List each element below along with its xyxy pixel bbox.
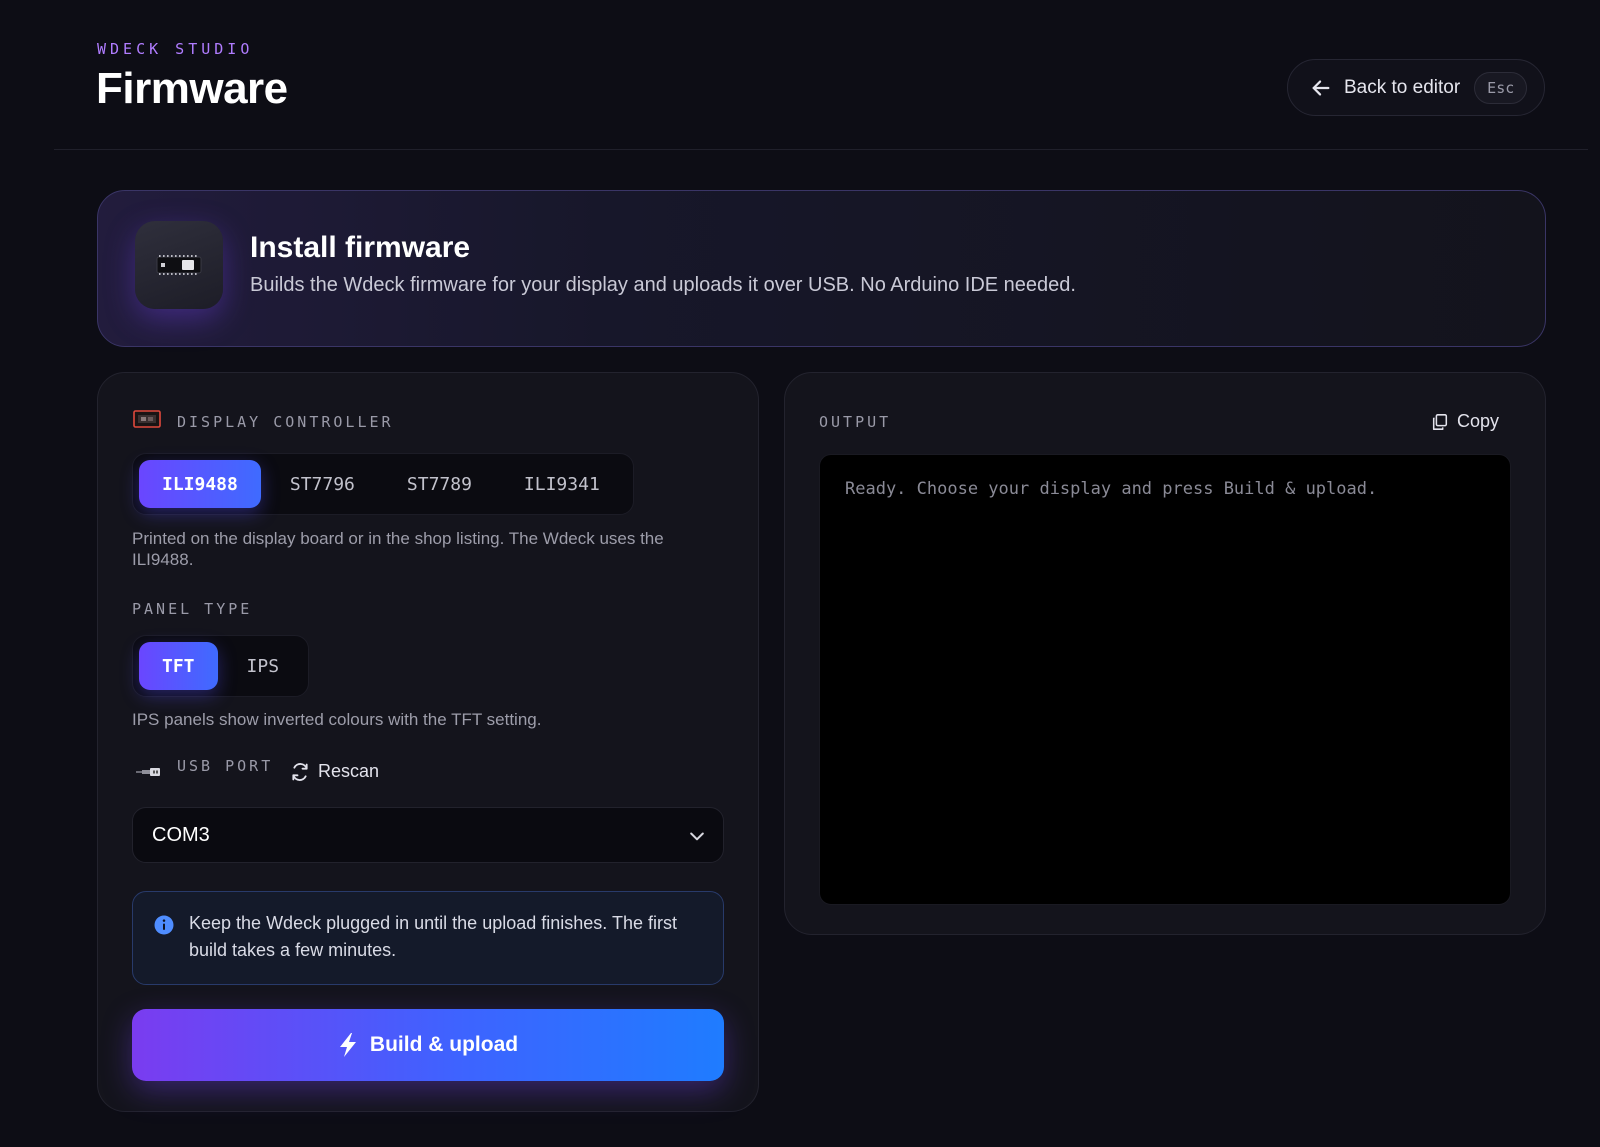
display-controller-label: DISPLAY CONTROLLER bbox=[177, 413, 394, 431]
rescan-button[interactable]: Rescan bbox=[290, 761, 379, 782]
panel-type-hint: IPS panels show inverted colours with th… bbox=[132, 710, 542, 729]
controller-option-st7796[interactable]: ST7796 bbox=[267, 460, 378, 508]
copy-label: Copy bbox=[1456, 411, 1499, 431]
banner-description: Builds the Wdeck firmware for your displ… bbox=[250, 274, 1076, 296]
microcontroller-board-icon bbox=[135, 221, 223, 309]
back-to-editor-button[interactable]: Back to editor Esc bbox=[1287, 59, 1545, 116]
esc-shortcut-badge: Esc bbox=[1474, 71, 1528, 104]
output-card: OUTPUT Copy Ready. Choose your display a… bbox=[784, 372, 1546, 935]
firmware-settings-card: DISPLAY CONTROLLER ILI9488 ST7796 ST7789… bbox=[97, 372, 759, 1112]
usb-plug-icon bbox=[136, 768, 160, 776]
copy-button[interactable]: Copy bbox=[1431, 411, 1499, 432]
upload-notice: Keep the Wdeck plugged in until the uplo… bbox=[132, 891, 724, 985]
rescan-label: Rescan bbox=[318, 761, 380, 781]
back-to-editor-label: Back to editor bbox=[1344, 76, 1461, 98]
display-icon bbox=[133, 410, 161, 428]
arrow-left-icon bbox=[1312, 79, 1330, 96]
usb-port-select[interactable]: COM3 bbox=[132, 807, 724, 863]
install-firmware-banner: Install firmware Builds the Wdeck firmwa… bbox=[97, 190, 1546, 347]
display-controller-hint: Printed on the display board or in the s… bbox=[132, 529, 664, 569]
header-divider bbox=[54, 149, 1588, 150]
build-upload-label: Build & upload bbox=[369, 1033, 519, 1056]
panel-type-label: PANEL TYPE bbox=[132, 600, 253, 618]
usb-port-selected-value: COM3 bbox=[152, 823, 210, 846]
output-text: Ready. Choose your display and press Bui… bbox=[845, 479, 1378, 499]
upload-notice-text: Keep the Wdeck plugged in until the uplo… bbox=[189, 913, 677, 960]
output-console[interactable]: Ready. Choose your display and press Bui… bbox=[819, 454, 1511, 905]
info-icon bbox=[154, 915, 174, 935]
chevron-down-icon bbox=[690, 832, 704, 841]
panel-option-tft[interactable]: TFT bbox=[139, 642, 218, 690]
banner-title: Install firmware bbox=[250, 231, 471, 264]
controller-option-st7789[interactable]: ST7789 bbox=[384, 460, 495, 508]
page-title: Firmware bbox=[96, 64, 288, 113]
usb-port-label: USB PORT bbox=[177, 757, 274, 775]
brand-label: WDECK STUDIO bbox=[97, 40, 254, 58]
page-header: WDECK STUDIO Firmware Back to editor Esc bbox=[0, 0, 1600, 150]
controller-option-ili9341[interactable]: ILI9341 bbox=[501, 460, 623, 508]
controller-option-ili9488[interactable]: ILI9488 bbox=[139, 460, 261, 508]
panel-option-ips[interactable]: IPS bbox=[224, 642, 303, 690]
display-controller-selector: ILI9488 ST7796 ST7789 ILI9341 bbox=[132, 453, 634, 515]
build-upload-button[interactable]: Build & upload bbox=[132, 1009, 724, 1081]
output-label: OUTPUT bbox=[819, 413, 892, 431]
refresh-icon bbox=[292, 762, 308, 781]
copy-icon bbox=[1432, 413, 1448, 430]
lightning-bolt-icon bbox=[339, 1033, 356, 1057]
panel-type-selector: TFT IPS bbox=[132, 635, 310, 697]
